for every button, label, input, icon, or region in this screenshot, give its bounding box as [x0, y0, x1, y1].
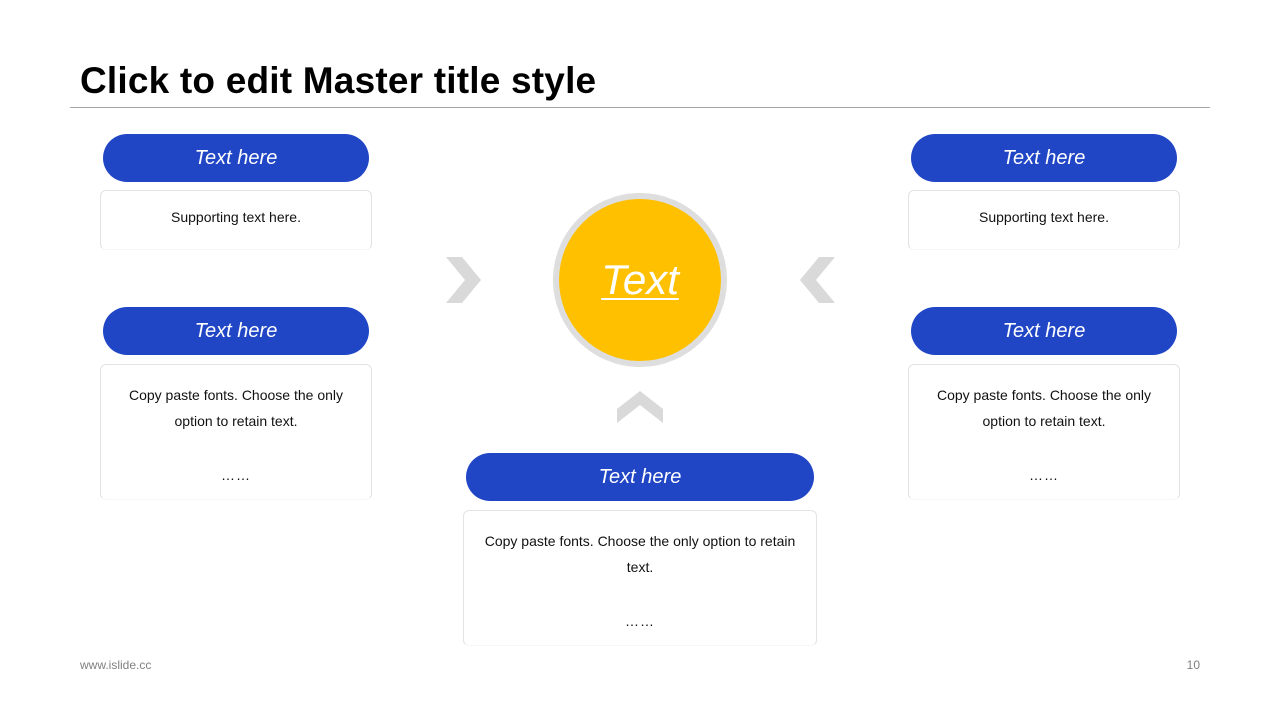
center-circle[interactable]: Text	[559, 199, 721, 361]
box-ellipsis: ……	[221, 467, 251, 483]
box-body-mid-right[interactable]: Copy paste fonts. Choose the only option…	[908, 364, 1180, 500]
box-ellipsis: ……	[1029, 467, 1059, 483]
chevron-right-icon	[446, 257, 481, 303]
box-body-bottom[interactable]: Copy paste fonts. Choose the only option…	[463, 510, 817, 646]
box-heading-top-left[interactable]: Text here	[103, 134, 369, 182]
box-text: Supporting text here.	[171, 209, 301, 225]
box-text-line-2: text.	[626, 559, 654, 575]
box-text-line-1: Copy paste fonts. Choose the only	[128, 387, 344, 403]
center-label: Text	[601, 256, 679, 303]
page-number: 10	[1186, 658, 1200, 672]
chevron-left-icon	[800, 257, 835, 303]
box-body-top-left[interactable]: Supporting text here.	[100, 190, 372, 250]
box-ellipsis: ……	[625, 613, 655, 629]
box-body-mid-left[interactable]: Copy paste fonts. Choose the only option…	[100, 364, 372, 500]
box-text-line-2: option to retain text.	[982, 413, 1106, 429]
slide-title[interactable]: Click to edit Master title style	[80, 60, 596, 102]
box-text-line-2: option to retain text.	[174, 413, 298, 429]
box-body-top-right[interactable]: Supporting text here.	[908, 190, 1180, 250]
box-text-line-1: Copy paste fonts. Choose the only	[936, 387, 1152, 403]
chevron-up-icon	[617, 391, 663, 423]
box-heading-top-right[interactable]: Text here	[911, 134, 1177, 182]
box-heading-bottom[interactable]: Text here	[466, 453, 814, 501]
slide: Click to edit Master title style Text he…	[0, 0, 1280, 720]
footer-url: www.islide.cc	[80, 658, 152, 672]
box-heading-mid-right[interactable]: Text here	[911, 307, 1177, 355]
box-text: Supporting text here.	[979, 209, 1109, 225]
box-text-line-1: Copy paste fonts. Choose the only option…	[484, 533, 796, 549]
box-heading-mid-left[interactable]: Text here	[103, 307, 369, 355]
title-divider	[70, 107, 1210, 108]
